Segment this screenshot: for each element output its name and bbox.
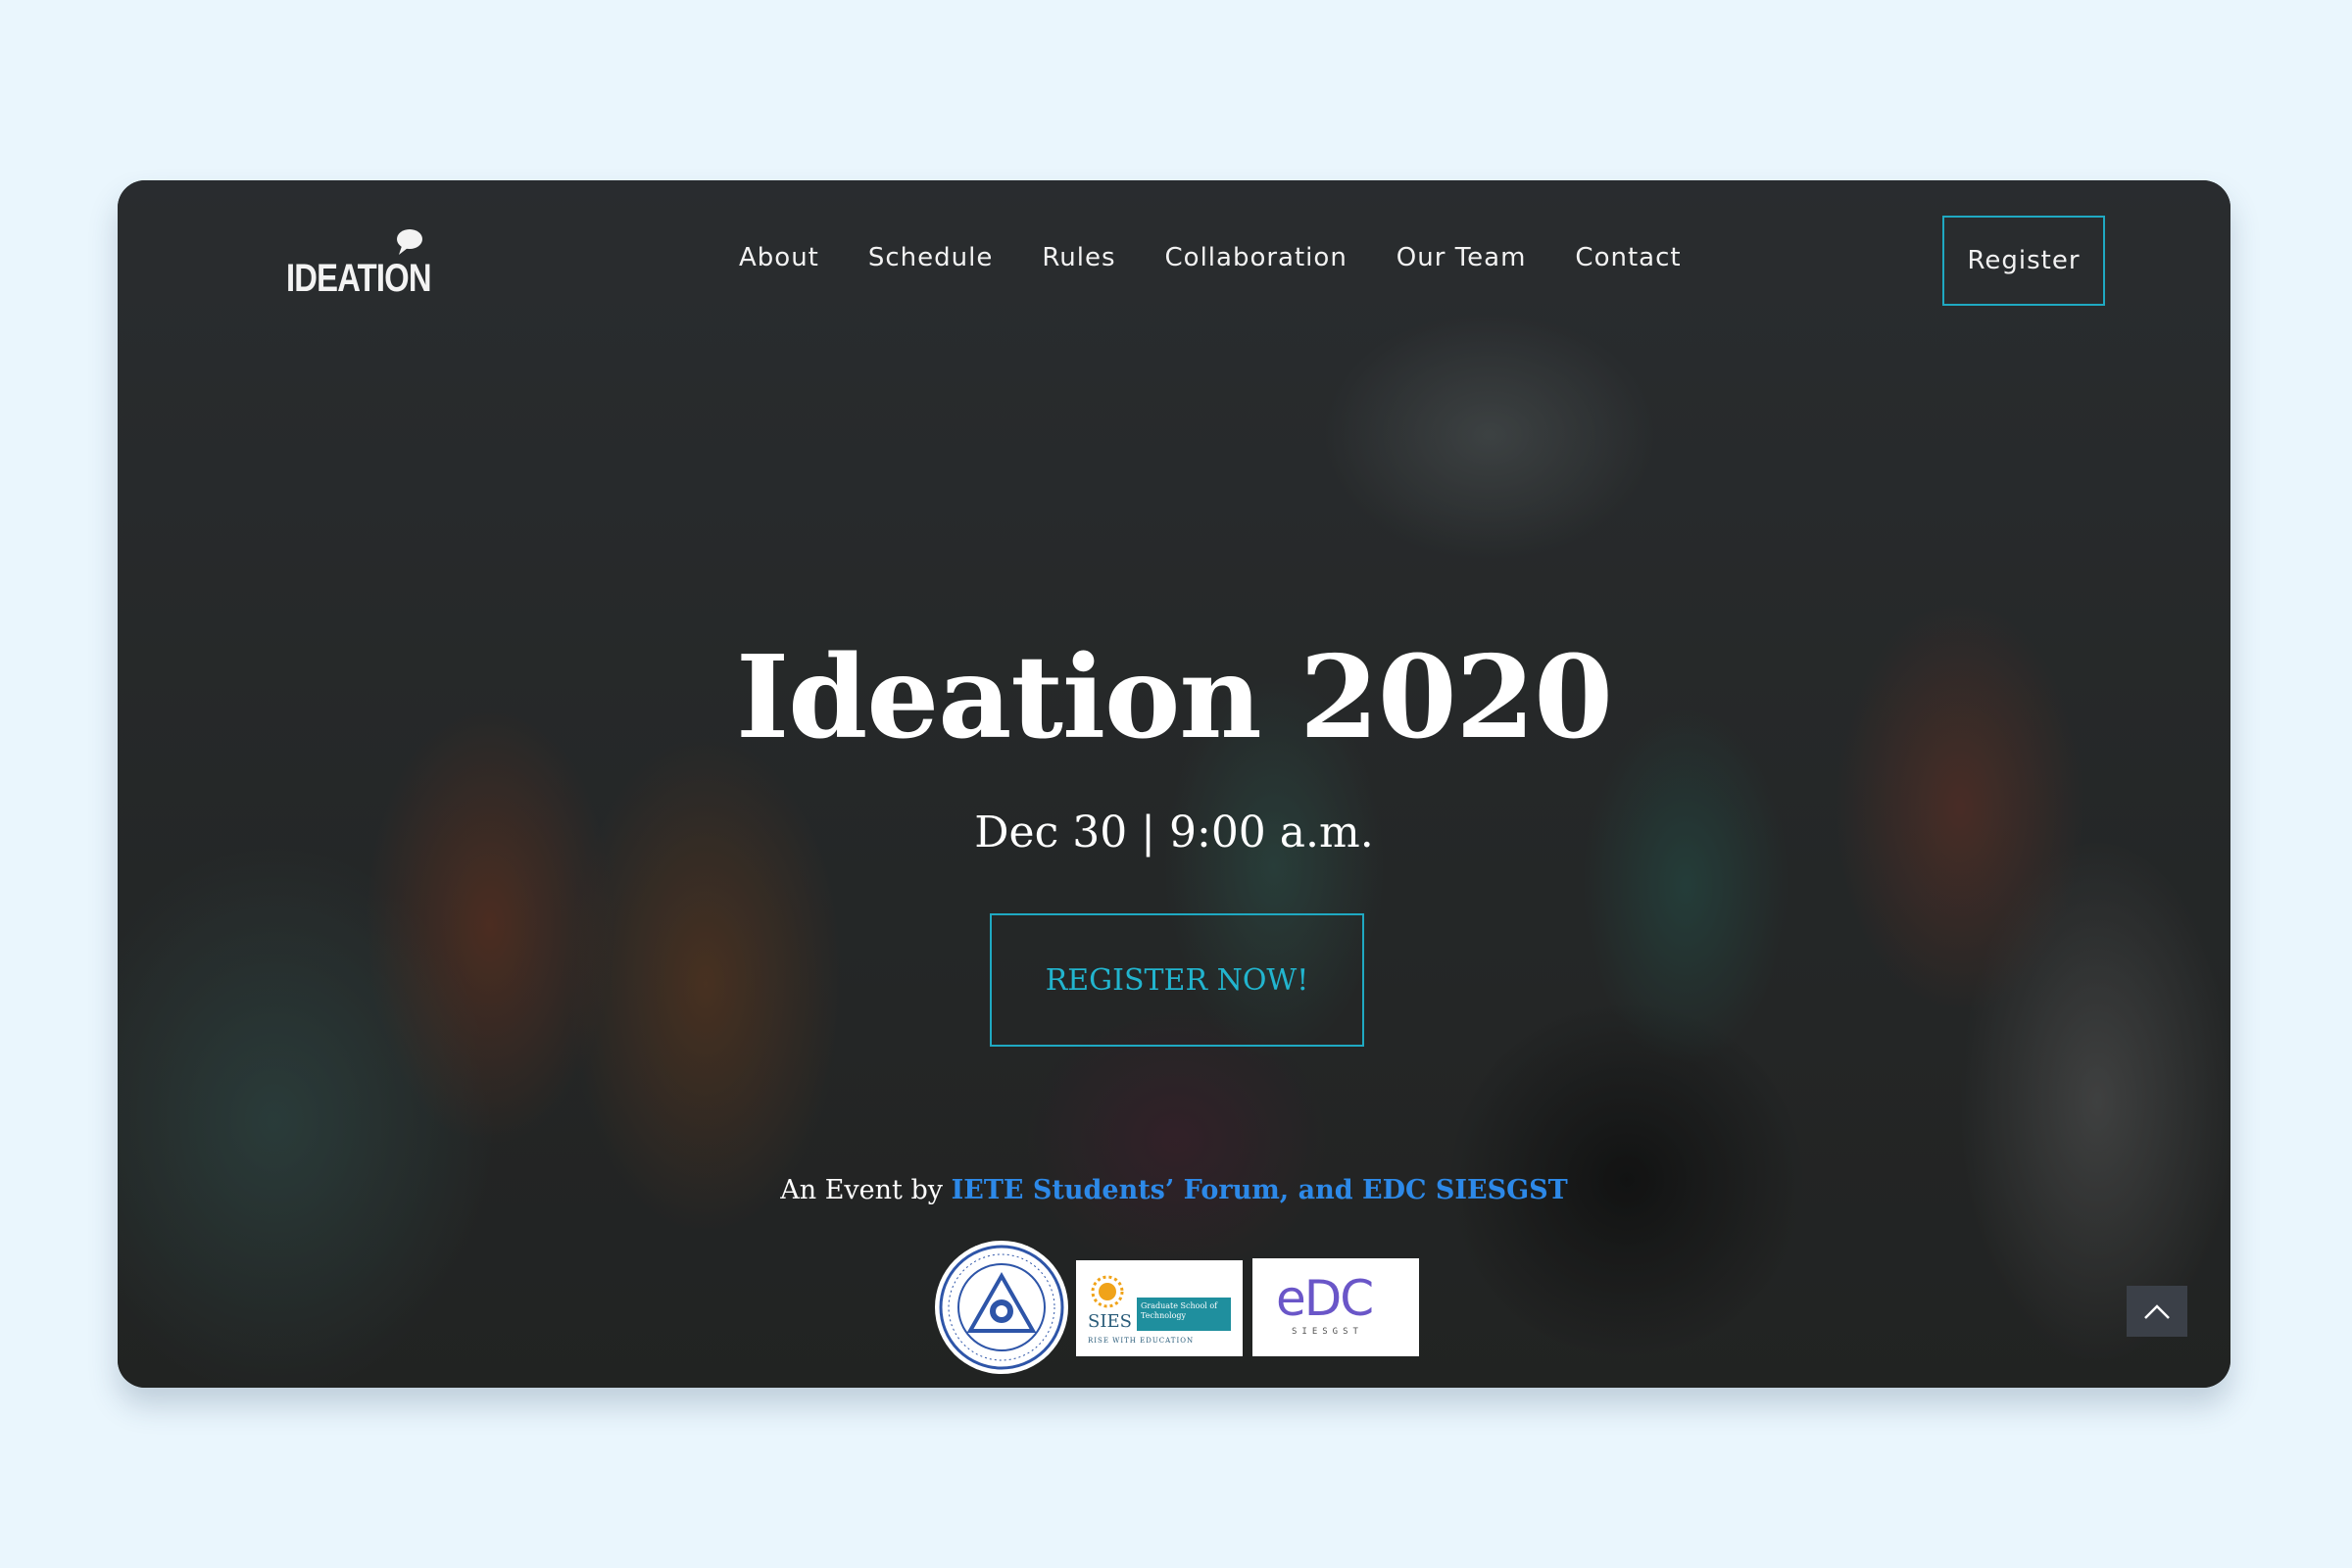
event-organizers-link[interactable]: IETE Students’ Forum, and EDC SIESGST [952, 1175, 1568, 1205]
sun-icon [1091, 1275, 1124, 1308]
back-to-top-button[interactable] [2127, 1286, 2187, 1337]
nav-link-contact[interactable]: Contact [1575, 243, 1681, 272]
partner-logos: SIES Graduate School of Technology RISE … [935, 1241, 1425, 1378]
nav-link-our-team[interactable]: Our Team [1396, 243, 1527, 272]
sies-wordmark: SIES [1088, 1311, 1132, 1332]
sies-logo: SIES Graduate School of Technology RISE … [1076, 1260, 1243, 1356]
nav-link-rules[interactable]: Rules [1042, 243, 1115, 272]
browser-frame: IDEATION About Schedule Rules Collaborat… [118, 180, 2230, 1388]
nav-link-schedule[interactable]: Schedule [868, 243, 993, 272]
sies-tagline: RISE WITH EDUCATION [1088, 1337, 1195, 1345]
logo-text: IDEATION [286, 257, 432, 300]
edc-logo: eDC SIESGST [1252, 1258, 1419, 1356]
edc-wordmark: eDC [1276, 1270, 1374, 1327]
nav-link-collaboration[interactable]: Collaboration [1165, 243, 1348, 272]
event-credit: An Event by IETE Students’ Forum, and ED… [118, 1175, 2230, 1205]
hero-overlay [118, 180, 2230, 1388]
ideation-logo[interactable]: IDEATION [286, 223, 463, 306]
chevron-up-icon [2144, 1304, 2170, 1319]
main-nav: About Schedule Rules Collaboration Our T… [739, 243, 1682, 272]
speech-bubble-icon [397, 229, 422, 255]
register-button[interactable]: Register [1942, 216, 2105, 306]
edc-subtitle: SIESGST [1292, 1327, 1363, 1337]
nav-link-about[interactable]: About [739, 243, 819, 272]
sies-box-text: Graduate School of Technology [1137, 1298, 1231, 1331]
hero-title: Ideation 2020 [736, 631, 1613, 764]
iete-logo [935, 1241, 1068, 1374]
iete-emblem-icon [939, 1245, 1064, 1370]
register-now-button[interactable]: REGISTER NOW! [990, 913, 1364, 1047]
hero-date: Dec 30 | 9:00 a.m. [974, 808, 1374, 858]
event-credit-prefix: An Event by [780, 1175, 944, 1205]
